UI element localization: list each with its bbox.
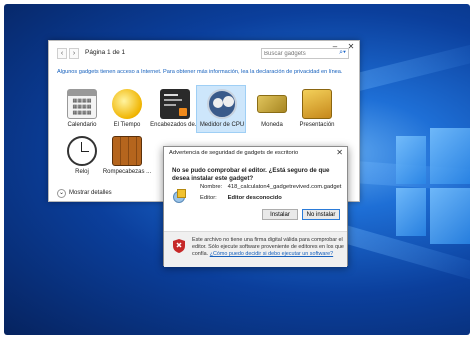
name-value: 418_calculaton4_gadgetrevived.com.gadget [227, 184, 342, 190]
search-input[interactable] [262, 49, 332, 58]
editor-value: Editor desconocido [227, 195, 282, 201]
dialog-title: Advertencia de seguridad de gadgets de e… [169, 150, 299, 156]
puzzle-icon [112, 136, 142, 166]
chevron-down-icon: ⌄ [57, 189, 66, 198]
gadget-cpu-meter[interactable]: Medidor de CPU [194, 85, 250, 133]
show-details-label: Mostrar detalles [69, 190, 112, 196]
windows-logo [396, 128, 470, 246]
next-page-button[interactable]: › [69, 48, 79, 59]
install-button[interactable]: Instalar [262, 209, 298, 220]
cpu-meter-icon [207, 89, 237, 119]
close-icon[interactable]: ✕ [336, 148, 343, 157]
gadget-label: Medidor de CPU [199, 122, 245, 128]
clock-icon [67, 136, 97, 166]
slideshow-icon [302, 89, 332, 119]
help-link[interactable]: ¿Cómo puedo decidir si debo ejecutar un … [210, 251, 333, 257]
name-label: Nombre: [200, 184, 223, 190]
warning-text: Este archivo no tiene una firma digital … [192, 237, 344, 258]
name-row: Nombre: 418_calculaton4_gadgetrevived.co… [200, 184, 341, 190]
page-indicator: Página 1 de 1 [85, 49, 126, 56]
gadget-label: Rompecabezas ... [102, 169, 152, 175]
gadget-slideshow[interactable]: Presentación [289, 89, 345, 128]
weather-icon [112, 89, 142, 119]
gadget-label: Presentación [299, 122, 335, 128]
search-icon[interactable]: ⌕▾ [339, 49, 346, 57]
show-details-toggle[interactable]: ⌄ Mostrar detalles [57, 189, 112, 198]
previous-page-button[interactable]: ‹ [57, 48, 67, 59]
currency-icon [257, 95, 287, 113]
editor-row: Editor: Editor desconocido [200, 195, 282, 201]
calendar-icon: ▦▦▦▦ ▦▦▦▦ ▦▦▦▦ [67, 89, 97, 119]
security-warning-dialog: Advertencia de seguridad de gadgets de e… [163, 146, 348, 267]
no-install-button[interactable]: No instalar [302, 209, 340, 220]
search-box[interactable]: ⌕▾ [261, 48, 349, 59]
privacy-info-link[interactable]: Algunos gadgets tienen acceso a Internet… [57, 69, 342, 75]
gadget-file-icon [173, 189, 187, 203]
dialog-question: No se pudo comprobar el editor. ¿Está se… [172, 167, 330, 182]
editor-label: Editor: [200, 195, 217, 201]
gallery-toolbar: ‹ › Página 1 de 1 ⌕▾ [57, 48, 349, 60]
shield-warning-icon [173, 239, 185, 253]
gadget-puzzle[interactable]: Rompecabezas ... [99, 136, 155, 175]
headlines-icon [160, 89, 190, 119]
